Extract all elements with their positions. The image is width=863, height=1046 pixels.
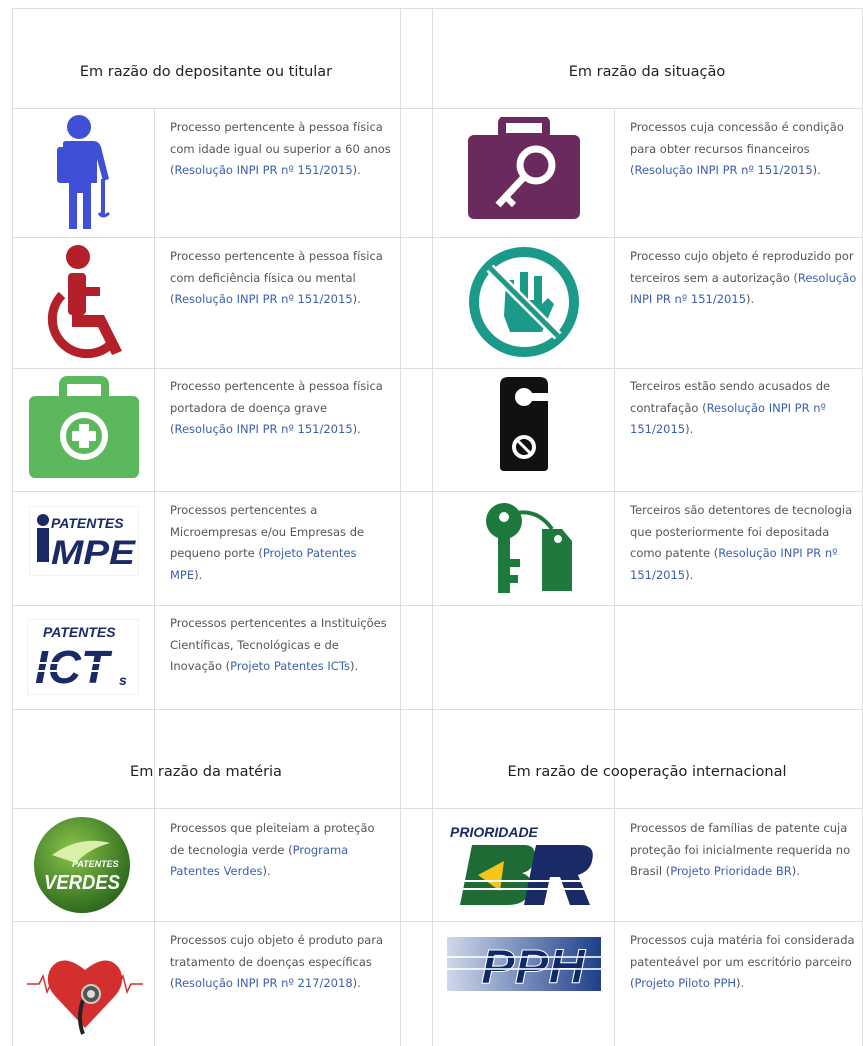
row-text-reproduzido: Processo cujo objeto é reproduzido por t… bbox=[630, 249, 857, 306]
svg-text:PATENTES: PATENTES bbox=[72, 859, 119, 869]
svg-text:PATENTES: PATENTES bbox=[43, 624, 116, 640]
svg-text:s: s bbox=[119, 672, 127, 688]
briefcase-key-icon bbox=[462, 114, 586, 224]
elderly-person-icon bbox=[40, 112, 130, 232]
svg-text:PRIORIDADE: PRIORIDADE bbox=[450, 824, 539, 840]
divider bbox=[12, 808, 863, 809]
link-resolucao[interactable]: Resolução INPI PR nº 217/2018 bbox=[175, 976, 353, 990]
header-depositante: Em razão do depositante ou titular bbox=[79, 64, 333, 80]
no-hand-icon bbox=[466, 244, 582, 360]
row-text-deficiencia: Processo pertencente à pessoa física com… bbox=[170, 249, 383, 306]
patentes-verdes-logo: PATENTES VERDES bbox=[30, 814, 134, 916]
row-text-doenca: Processo pertencente à pessoa física por… bbox=[170, 379, 383, 436]
row-text-verdes: Processos que pleiteiam a proteção de te… bbox=[170, 821, 375, 878]
divider bbox=[12, 368, 863, 369]
link-projeto-icts[interactable]: Projeto Patentes ICTs bbox=[230, 659, 350, 673]
link-resolucao[interactable]: Resolução INPI PR nº 151/2015 bbox=[175, 292, 353, 306]
header-situacao: Em razão da situação bbox=[568, 64, 726, 80]
heart-stethoscope-icon bbox=[24, 936, 146, 1040]
divider bbox=[12, 605, 863, 606]
key-tag-icon bbox=[480, 498, 576, 598]
patentes-icts-logo: PATENTES ICT s bbox=[26, 618, 140, 696]
row-text-idade: Processo pertencente à pessoa física com… bbox=[170, 120, 391, 177]
row-text-detentores: Terceiros são detentores de tecnologia q… bbox=[630, 503, 853, 582]
link-resolucao[interactable]: Resolução INPI PR nº 151/2015 bbox=[175, 163, 353, 177]
medical-kit-icon bbox=[26, 374, 142, 482]
row-text-mpe: Processos pertencentes a Microempresas e… bbox=[170, 503, 365, 582]
row-text-prioridade: Processos de famílias de patente cuja pr… bbox=[630, 821, 851, 878]
divider bbox=[12, 921, 863, 922]
row-text-pph: Processos cuja matéria foi considerada p… bbox=[630, 933, 855, 990]
divider bbox=[12, 8, 13, 1046]
link-projeto-pph[interactable]: Projeto Piloto PPH bbox=[635, 976, 737, 990]
svg-text:MPE: MPE bbox=[51, 534, 136, 572]
wheelchair-icon bbox=[32, 240, 132, 365]
svg-text:VERDES: VERDES bbox=[44, 872, 121, 894]
divider bbox=[12, 237, 863, 238]
divider bbox=[614, 108, 615, 1046]
row-text-recursos: Processos cuja concessão é condição para… bbox=[630, 120, 844, 177]
divider bbox=[432, 8, 433, 1046]
patentes-mpe-logo: PATENTES MPE bbox=[28, 505, 140, 577]
divider bbox=[12, 108, 863, 109]
prioridade-br-logo: PRIORIDADE bbox=[442, 820, 602, 908]
door-hanger-icon bbox=[494, 374, 554, 474]
row-text-icts: Processos pertencentes a Instituições Ci… bbox=[170, 616, 387, 673]
row-text-doencas-especificas: Processos cujo objeto é produto para tra… bbox=[170, 933, 384, 990]
svg-text:PPH: PPH bbox=[481, 941, 586, 993]
row-text-contrafacao: Terceiros estão sendo acusados de contra… bbox=[630, 379, 831, 436]
svg-text:ICT: ICT bbox=[35, 641, 113, 693]
pph-logo: PPH bbox=[446, 934, 602, 994]
divider bbox=[12, 491, 863, 492]
divider bbox=[154, 108, 155, 1046]
header-cooperacao: Em razão de cooperação internacional bbox=[507, 764, 787, 780]
link-resolucao[interactable]: Resolução INPI PR nº 151/2015 bbox=[635, 163, 813, 177]
divider bbox=[400, 8, 401, 1046]
divider bbox=[12, 709, 863, 710]
link-projeto-prioridade[interactable]: Projeto Prioridade BR bbox=[670, 864, 792, 878]
svg-text:PATENTES: PATENTES bbox=[51, 515, 124, 531]
divider bbox=[12, 8, 863, 9]
link-resolucao[interactable]: Resolução INPI PR nº 151/2015 bbox=[175, 422, 353, 436]
header-materia: Em razão da matéria bbox=[130, 764, 282, 780]
